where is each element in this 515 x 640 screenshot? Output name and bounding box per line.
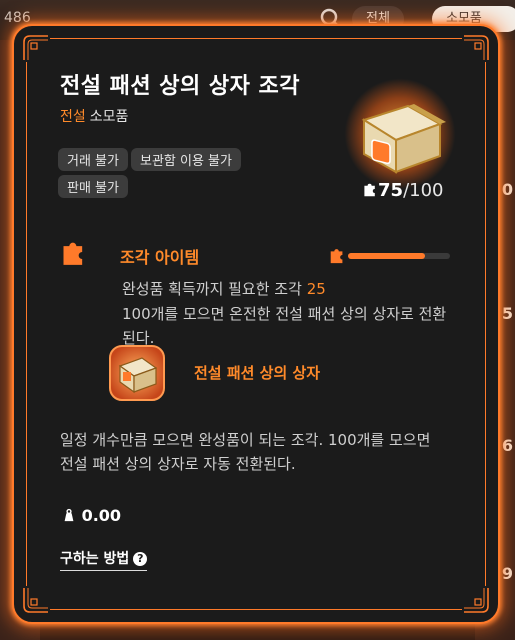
item-category: 소모품 [89, 109, 129, 125]
frame-line [485, 62, 486, 586]
frame-corner-ornament [23, 588, 48, 613]
how-to-obtain-link[interactable]: 구하는 방법? [60, 548, 148, 571]
item-grade: 전설 [60, 109, 86, 125]
item-description: 일정 개수만큼 모으면 완성품이 되는 조각. 100개를 모으면 전설 패션 … [60, 431, 431, 473]
fragment-progress-fill [348, 253, 425, 259]
tag-sell-restricted: 판매 불가 [58, 175, 128, 198]
side-number: 5 [501, 304, 513, 323]
tag-trade-restricted: 거래 불가 [58, 148, 128, 171]
item-tooltip: 전설 패션 상의 상자 조각 전설 소모품 거래 불가 보관함 이용 불가 판매 불… [12, 24, 500, 624]
required-fragments-label: 완성품 획득까지 필요한 조각 [122, 280, 302, 298]
fragment-section-title: 조각 아이템 [120, 248, 200, 267]
item-subtitle: 전설 소모품 [60, 106, 128, 126]
fragment-count-max: /100 [403, 180, 444, 201]
required-fragments-number: 25 [306, 280, 326, 298]
item-tags: 거래 불가 보관함 이용 불가 판매 불가 [58, 148, 318, 202]
side-number: 9 [501, 564, 513, 583]
frame-corner-ornament [464, 35, 489, 60]
frame-line [50, 38, 462, 39]
frame-line [50, 609, 462, 610]
golden-chest-icon [361, 104, 446, 174]
item-title: 전설 패션 상의 상자 조각 [60, 74, 301, 99]
fragment-count: 75/100 [362, 180, 443, 201]
fragment-description: 100개를 모으면 온전한 전설 패션 상의 상자로 전환된다. [122, 305, 447, 347]
how-to-obtain-label: 구하는 방법 [60, 551, 130, 567]
side-number: 0 [501, 180, 513, 199]
item-icon [344, 78, 456, 190]
item-price-value: 0.00 [81, 506, 122, 525]
puzzle-piece-icon [330, 249, 343, 264]
result-item-name: 전설 패션 상의 상자 [194, 364, 321, 382]
required-fragments: 완성품 획득까지 필요한 조각 25 [122, 278, 326, 299]
puzzle-piece-icon [364, 183, 375, 197]
side-number: 6 [501, 436, 513, 455]
frame-line [26, 62, 27, 586]
item-price: 0.00 [62, 506, 121, 525]
tag-storage-restricted: 보관함 이용 불가 [130, 148, 241, 171]
fragment-count-current: 75 [378, 180, 404, 201]
result-item-icon [109, 345, 165, 401]
weight-icon [64, 508, 74, 522]
fragment-progress-bar [348, 253, 450, 259]
frame-corner-ornament [23, 35, 48, 60]
frame-corner-ornament [464, 588, 489, 613]
puzzle-piece-icon [63, 242, 83, 265]
help-icon[interactable]: ? [133, 552, 148, 566]
